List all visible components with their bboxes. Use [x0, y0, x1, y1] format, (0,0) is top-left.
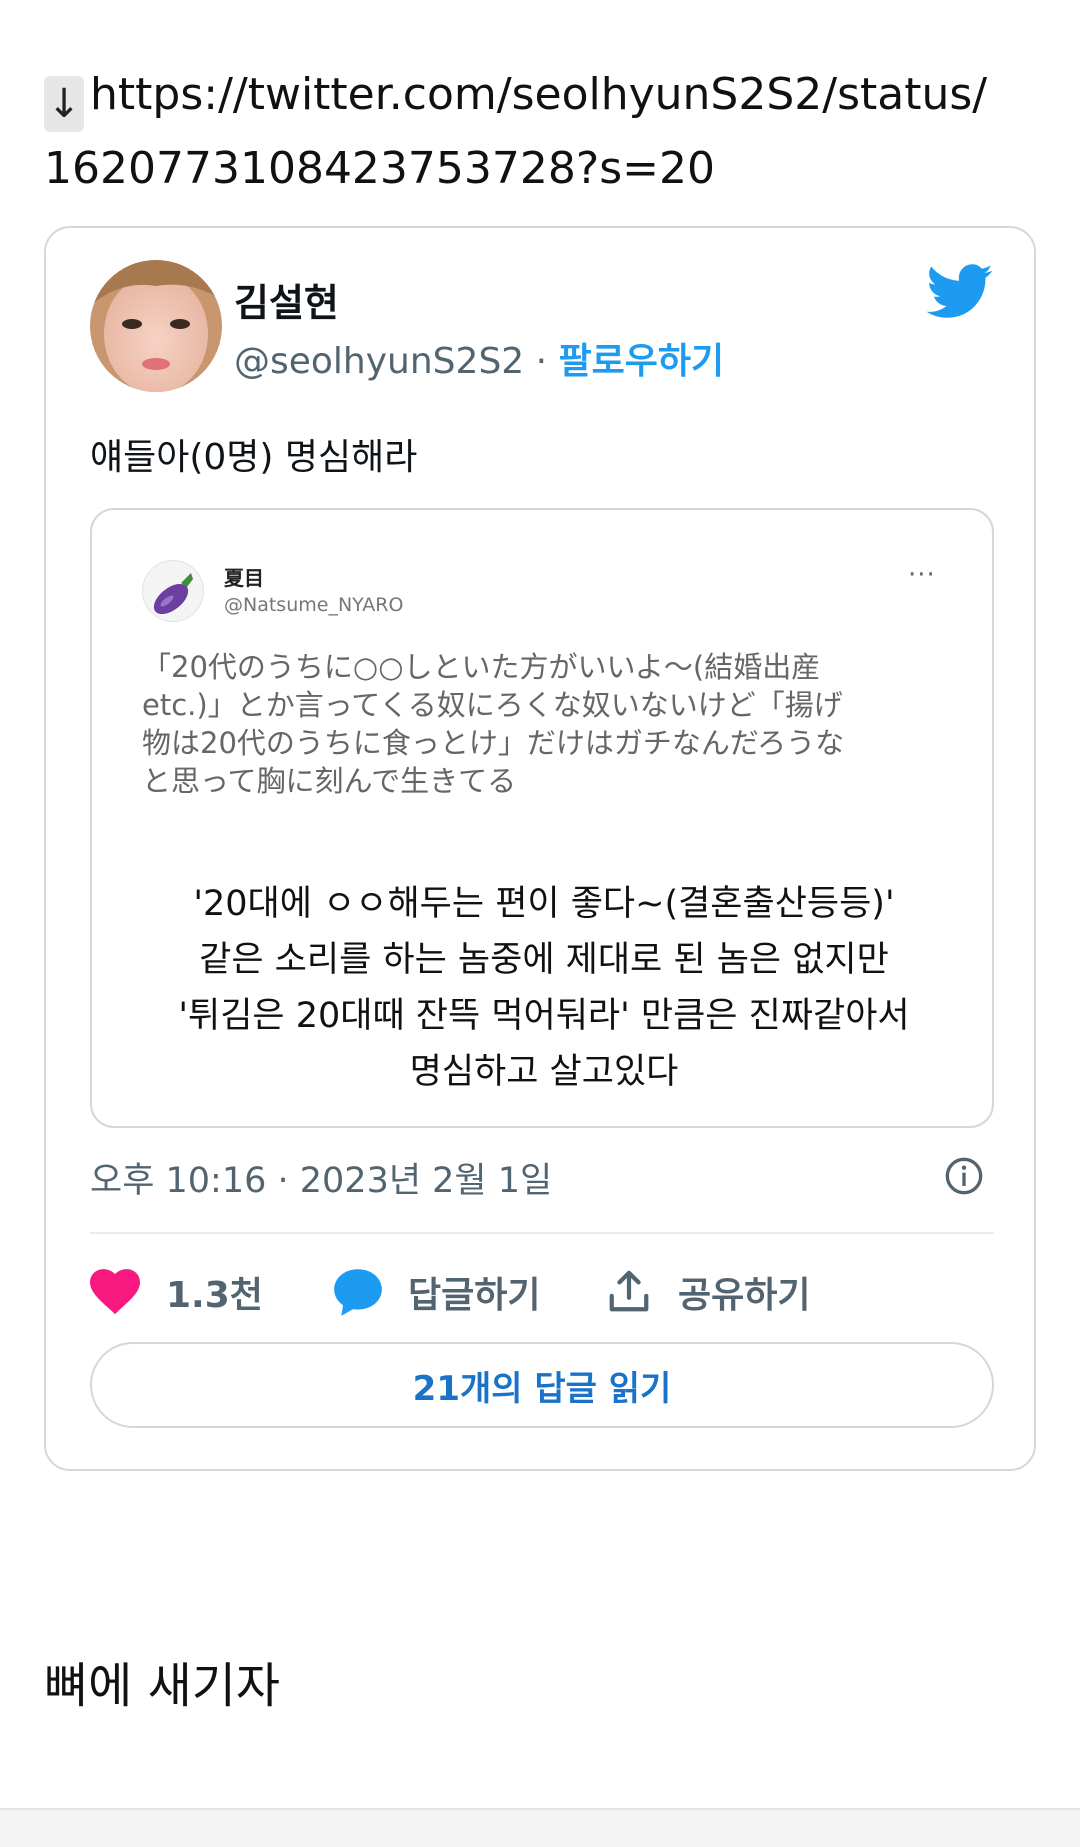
reply-label: 답글하기	[408, 1275, 541, 1316]
jp-line: 「20代のうちに○○しといた方がいいよ〜(結婚出産	[142, 650, 821, 684]
ko-line: 명심하고 살고있다	[409, 1052, 679, 1092]
timestamp[interactable]: 오후 10:16 · 2023년 2월 1일	[90, 1152, 552, 1203]
tweet-url-part2[interactable]: 1620773108423753728?s=20	[44, 143, 715, 194]
more-icon: ···	[908, 560, 936, 590]
like-count: 1.3천	[166, 1275, 263, 1316]
bottom-bar	[0, 1808, 1080, 1847]
quoted-name: 夏目	[224, 566, 264, 590]
twitter-bird-icon[interactable]	[926, 264, 994, 320]
share-icon	[609, 1270, 649, 1312]
separator-dot: ·	[535, 341, 548, 382]
like-button[interactable]: 1.3천	[90, 1262, 263, 1322]
divider	[90, 1232, 994, 1234]
handle-line: @seolhyunS2S2 · 팔로우하기	[234, 332, 724, 384]
info-icon[interactable]	[944, 1156, 984, 1196]
jp-line: etc.)」とか言ってくる奴にろくな奴いないけど「揚げ	[142, 688, 843, 722]
quoted-japanese-text: 「20代のうちに○○しといた方がいいよ〜(結婚出産 etc.)」とか言ってくる奴…	[142, 648, 942, 800]
tweet-text: 얘들아(0명) 명심해라	[90, 437, 418, 478]
reply-bubble-icon	[334, 1269, 382, 1316]
avatar[interactable]	[90, 260, 222, 392]
ko-line: '20대에 ㅇㅇ해두는 편이 좋다~(결혼출산등등)'	[193, 884, 895, 924]
quoted-korean-translation: '20대에 ㅇㅇ해두는 편이 좋다~(결혼출산등등)' 같은 소리를 하는 놈중…	[92, 876, 992, 1100]
eggplant-icon	[153, 573, 193, 615]
heart-icon	[90, 1269, 140, 1315]
reply-button[interactable]: 답글하기	[332, 1262, 540, 1322]
follow-button[interactable]: 팔로우하기	[559, 341, 725, 382]
quoted-image[interactable]: 夏目 @Natsume_NYARO ··· 「20代のうちに○○しといた方がいい…	[90, 508, 994, 1128]
ko-line: '튀김은 20대때 잔뜩 먹어둬라' 만큼은 진짜같아서	[178, 996, 910, 1036]
read-replies-label: 21개의 답글 읽기	[412, 1368, 672, 1409]
tweet-url-part1[interactable]: https://twitter.com/seolhyunS2S2/status/	[90, 69, 987, 120]
jp-line: と思って胸に刻んで生きてる	[142, 764, 517, 798]
share-button[interactable]: 공유하기	[606, 1262, 810, 1322]
ko-line: 같은 소리를 하는 놈중에 제대로 된 놈은 없지만	[199, 940, 889, 980]
display-name[interactable]: 김설현	[234, 272, 339, 327]
quoted-handle: @Natsume_NYARO	[224, 594, 404, 616]
tweet-link[interactable]: ↓ https://twitter.com/seolhyunS2S2/status…	[44, 58, 1044, 206]
quoted-avatar	[142, 560, 204, 622]
embedded-tweet-card: 김설현 @seolhyunS2S2 · 팔로우하기 얘들아(0명) 명심해라 夏…	[44, 226, 1036, 1471]
download-arrow-icon: ↓	[44, 76, 84, 132]
share-label: 공유하기	[678, 1275, 811, 1316]
jp-line: 物は20代のうちに食っとけ」だけはガチなんだろうな	[142, 726, 845, 760]
page: ↓ https://twitter.com/seolhyunS2S2/status…	[0, 0, 1080, 1847]
user-handle[interactable]: @seolhyunS2S2	[234, 341, 524, 382]
read-replies-button[interactable]: 21개의 답글 읽기	[90, 1342, 994, 1428]
post-caption: 뼈에 새기자	[44, 1658, 281, 1714]
